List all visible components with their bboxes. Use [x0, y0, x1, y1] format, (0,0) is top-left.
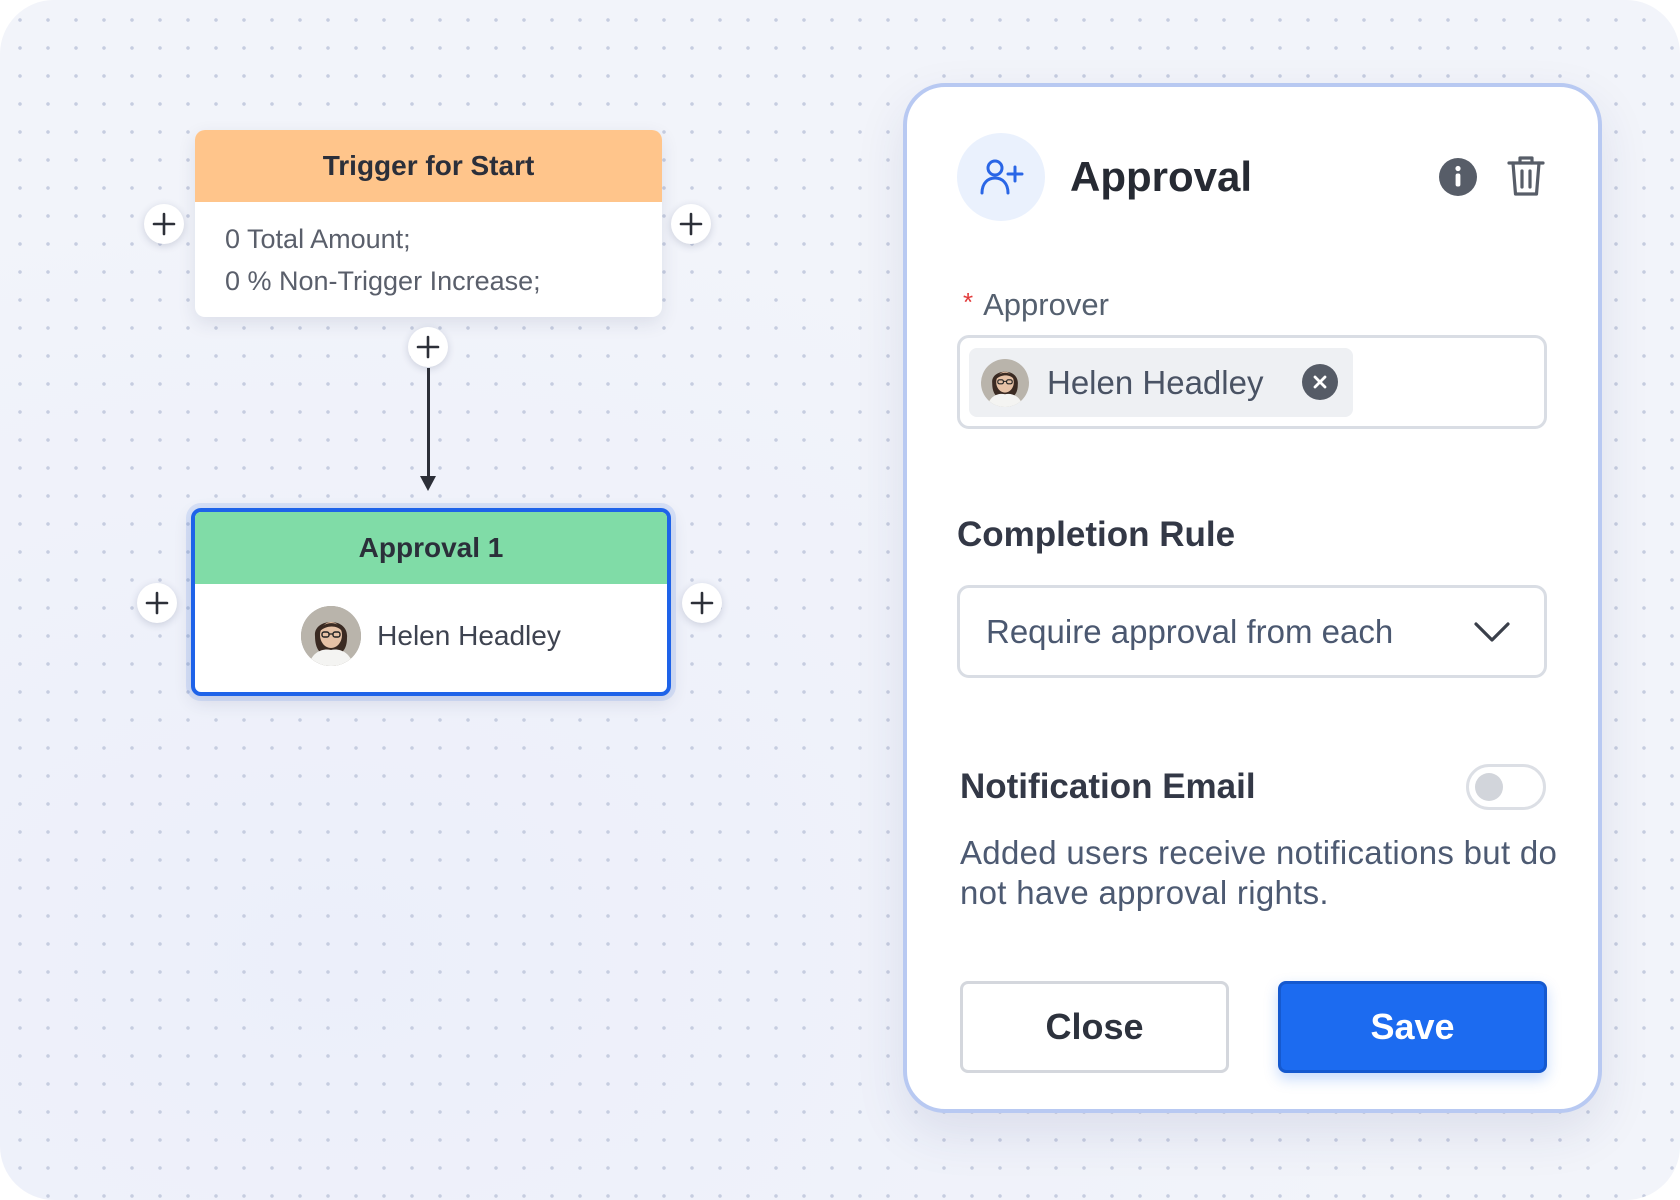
- approver-label-text: Approver: [983, 287, 1109, 322]
- avatar: [301, 606, 362, 666]
- notification-email-toggle[interactable]: [1466, 764, 1546, 810]
- trigger-node-body: 0 Total Amount; 0 % Non-Trigger Increase…: [195, 202, 662, 302]
- workflow-canvas[interactable]: Trigger for Start 0 Total Amount; 0 % No…: [0, 0, 1680, 1200]
- info-icon[interactable]: [1438, 157, 1478, 197]
- trigger-node-title: Trigger for Start: [195, 130, 662, 202]
- panel-header: Approval: [957, 133, 1548, 221]
- completion-rule-select[interactable]: Require approval from each: [957, 585, 1547, 678]
- remove-approver-button[interactable]: [1302, 364, 1338, 400]
- add-node-right-of-approval-button[interactable]: [682, 583, 722, 623]
- add-node-right-of-trigger-button[interactable]: [671, 204, 711, 244]
- approval-settings-panel: Approval * Approver Helen Headley Comple…: [903, 83, 1602, 1113]
- add-user-icon: [957, 133, 1045, 221]
- flow-connector-line: [427, 368, 430, 478]
- close-icon: [1313, 375, 1327, 389]
- save-button[interactable]: Save: [1278, 981, 1547, 1073]
- trigger-node[interactable]: Trigger for Start 0 Total Amount; 0 % No…: [195, 130, 662, 317]
- plus-icon: [145, 591, 169, 615]
- approver-input[interactable]: Helen Headley: [957, 335, 1547, 429]
- approver-label: * Approver: [963, 287, 1109, 323]
- completion-rule-title: Completion Rule: [957, 515, 1236, 554]
- add-node-left-of-trigger-button[interactable]: [144, 204, 184, 244]
- approver-chip-name: Helen Headley: [1047, 363, 1264, 401]
- flow-connector-arrow-icon: [420, 476, 436, 491]
- trash-icon[interactable]: [1504, 153, 1548, 199]
- trigger-condition-non-trigger-increase: 0 % Non-Trigger Increase;: [225, 266, 541, 296]
- plus-icon: [152, 212, 176, 236]
- close-button[interactable]: Close: [960, 981, 1229, 1073]
- approval-node-body: Helen Headley: [195, 584, 667, 688]
- add-node-below-trigger-button[interactable]: [408, 327, 448, 367]
- approval-node-approver-name: Helen Headley: [377, 620, 561, 651]
- approval-node[interactable]: Approval 1 Helen Headley: [191, 508, 671, 696]
- plus-icon: [690, 591, 714, 615]
- approver-chip[interactable]: Helen Headley: [969, 348, 1353, 417]
- add-node-left-of-approval-button[interactable]: [137, 583, 177, 623]
- plus-icon: [679, 212, 703, 236]
- approval-node-title: Approval 1: [195, 512, 667, 584]
- notification-email-title: Notification Email: [960, 767, 1256, 806]
- toggle-knob: [1475, 773, 1503, 801]
- trigger-condition-total-amount: 0 Total Amount;: [225, 224, 411, 254]
- chevron-down-icon: [1474, 621, 1510, 642]
- plus-icon: [416, 335, 440, 359]
- completion-rule-value: Require approval from each: [986, 612, 1394, 650]
- notification-email-description: Added users receive notifications but do…: [960, 834, 1558, 911]
- panel-title: Approval: [1070, 153, 1253, 200]
- avatar: [981, 358, 1029, 407]
- required-marker: *: [963, 287, 974, 317]
